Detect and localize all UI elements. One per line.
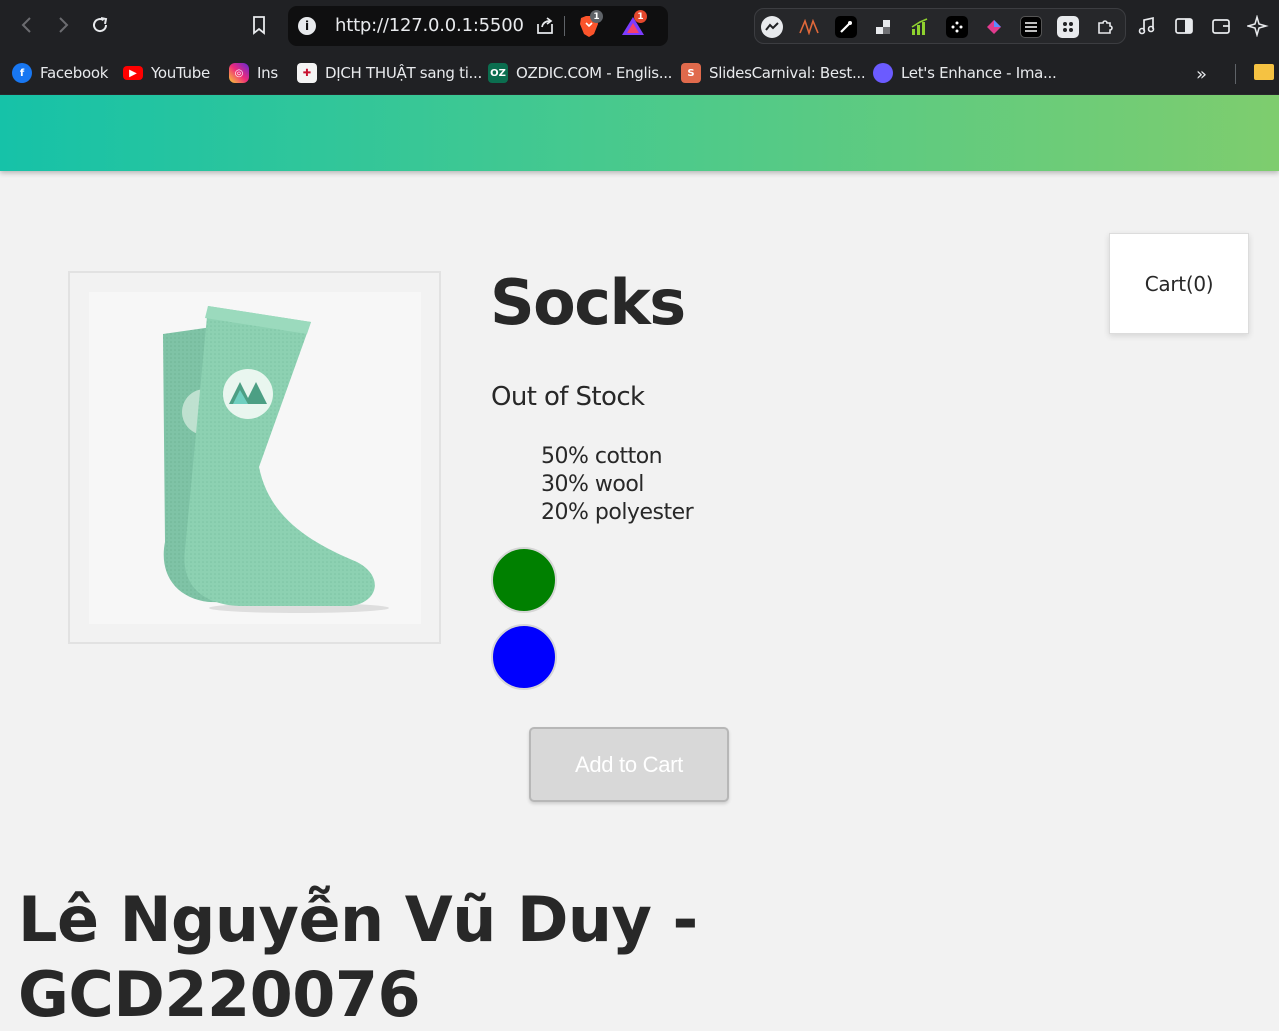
bookmarks-separator	[1235, 64, 1236, 84]
more-bookmarks-chevron-icon[interactable]: »	[1196, 64, 1207, 85]
bookmark-facebook[interactable]: f Facebook	[12, 60, 108, 86]
reload-icon	[93, 17, 108, 33]
sidebar-toggle-button[interactable]	[1172, 14, 1196, 38]
bookmark-letsenhance[interactable]: Let's Enhance - Ima...	[873, 60, 1057, 86]
browser-toolbar: i http://127.0.0.1:5500 1 1	[0, 0, 1279, 52]
product-title: Socks	[490, 266, 686, 339]
page-header-banner	[0, 95, 1279, 171]
forward-arrow-icon	[59, 17, 69, 33]
extension-checker-icon[interactable]	[872, 16, 894, 38]
brave-shields-badge: 1	[590, 10, 603, 23]
socks-image	[163, 306, 389, 613]
url-text[interactable]: http://127.0.0.1:5500	[335, 15, 524, 36]
cart-label: Cart(0)	[1144, 271, 1214, 296]
extension-graph-icon[interactable]	[761, 16, 783, 38]
url-separator	[564, 16, 565, 36]
extensions-group	[754, 8, 1126, 44]
cambridge-icon: ✚	[297, 63, 317, 83]
bookmarks-bar: f Facebook ▶ YouTube ◎ Ins ✚ DỊCH THUẬT …	[0, 52, 1279, 95]
extension-wave-icon[interactable]	[798, 16, 820, 38]
extension-grid-icon[interactable]	[1057, 16, 1079, 38]
stock-status: Out of Stock	[491, 382, 645, 412]
slidescarnival-icon: S	[681, 63, 701, 83]
extension-gem-icon[interactable]	[983, 16, 1005, 38]
product-image-frame	[68, 271, 441, 644]
back-arrow-icon	[21, 17, 31, 33]
extension-wand-icon[interactable]	[835, 16, 857, 38]
folder-icon[interactable]	[1254, 64, 1274, 80]
extension-dots-icon[interactable]	[946, 16, 968, 38]
bookmark-cambridge[interactable]: ✚ DỊCH THUẬT sang ti...	[297, 60, 482, 86]
color-swatch-green[interactable]	[491, 547, 557, 613]
color-swatch-blue[interactable]	[491, 624, 557, 690]
sidebar-icon	[1175, 18, 1193, 34]
media-control-button[interactable]	[1135, 14, 1159, 38]
extensions-puzzle-icon[interactable]	[1094, 16, 1116, 38]
bookmark-ozdic[interactable]: OZ OZDIC.COM - Englis...	[488, 60, 672, 86]
address-bar[interactable]: i http://127.0.0.1:5500 1 1	[288, 6, 668, 46]
author-id: GCD220076	[18, 958, 421, 1031]
back-button[interactable]	[14, 12, 40, 38]
brave-rewards-badge: 1	[634, 10, 647, 23]
author-name: Lê Nguyễn Vũ Duy -	[18, 883, 698, 956]
music-note-icon	[1138, 16, 1155, 35]
brave-shields-button[interactable]: 1	[578, 10, 603, 38]
product-image	[89, 292, 421, 624]
forward-button[interactable]	[50, 12, 76, 38]
bookmark-page-button[interactable]	[246, 12, 272, 38]
bookmark-slidescarnival[interactable]: S SlidesCarnival: Best...	[681, 60, 866, 86]
bookmark-icon	[253, 16, 265, 35]
add-to-cart-button[interactable]: Add to Cart	[529, 727, 729, 802]
bookmark-youtube[interactable]: ▶ YouTube	[123, 60, 210, 86]
product-details-list: 50% cotton 30% wool 20% polyester	[541, 443, 694, 527]
detail-item: 30% wool	[541, 472, 644, 497]
leo-ai-button[interactable]	[1246, 14, 1270, 38]
bookmark-label: Facebook	[40, 64, 109, 82]
bookmark-label: Let's Enhance - Ima...	[901, 64, 1057, 82]
bookmark-label: SlidesCarnival: Best...	[709, 64, 866, 82]
facebook-icon: f	[12, 63, 32, 83]
detail-item: 20% polyester	[541, 500, 694, 525]
brave-rewards-button[interactable]: 1	[620, 10, 647, 38]
bookmark-label: Ins	[257, 64, 278, 82]
reload-button[interactable]	[87, 12, 113, 38]
wallet-button[interactable]	[1209, 14, 1233, 38]
author-heading: Lê Nguyễn Vũ Duy - GCD220076	[18, 882, 718, 1031]
share-icon[interactable]	[534, 15, 556, 37]
cart-box[interactable]: Cart(0)	[1109, 233, 1249, 334]
site-info-icon[interactable]: i	[298, 17, 316, 35]
wallet-icon	[1212, 19, 1230, 34]
instagram-icon: ◎	[229, 63, 249, 83]
detail-item: 50% cotton	[541, 444, 663, 469]
ozdic-icon: OZ	[488, 63, 508, 83]
extension-lines-icon[interactable]	[1020, 16, 1042, 38]
bookmark-label: DỊCH THUẬT sang ti...	[325, 64, 482, 82]
bookmark-instagram[interactable]: ◎ Ins	[229, 60, 278, 86]
bookmark-label: YouTube	[151, 64, 210, 82]
sparkle-icon	[1247, 15, 1269, 37]
youtube-icon: ▶	[123, 66, 143, 80]
bookmark-label: OZDIC.COM - Englis...	[516, 64, 673, 82]
extension-chart-icon[interactable]	[909, 16, 931, 38]
letsenhance-icon	[873, 63, 893, 83]
